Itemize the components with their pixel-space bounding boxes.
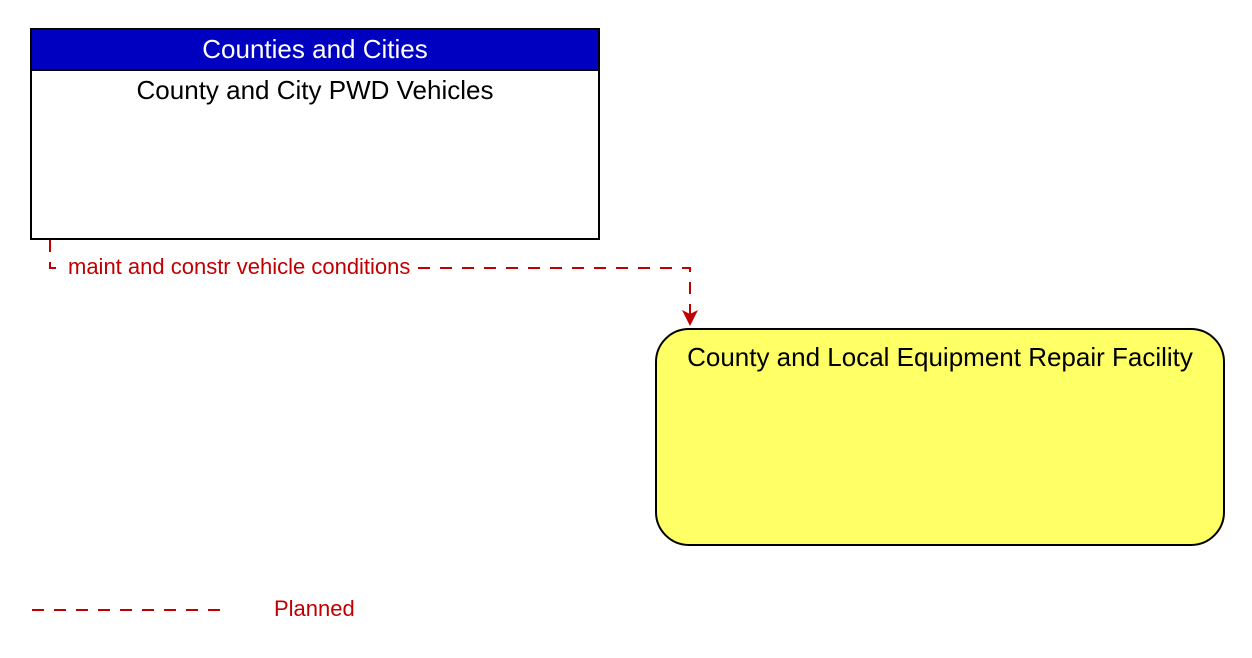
target-entity-box: County and Local Equipment Repair Facili… [655,328,1225,546]
legend-planned-label: Planned [274,596,355,622]
flow-connector [50,240,690,322]
source-entity-title: County and City PWD Vehicles [32,71,598,106]
source-entity-header: Counties and Cities [32,30,598,71]
source-entity-box: Counties and Cities County and City PWD … [30,28,600,240]
flow-label: maint and constr vehicle conditions [64,254,414,280]
target-entity-title: County and Local Equipment Repair Facili… [675,342,1205,373]
